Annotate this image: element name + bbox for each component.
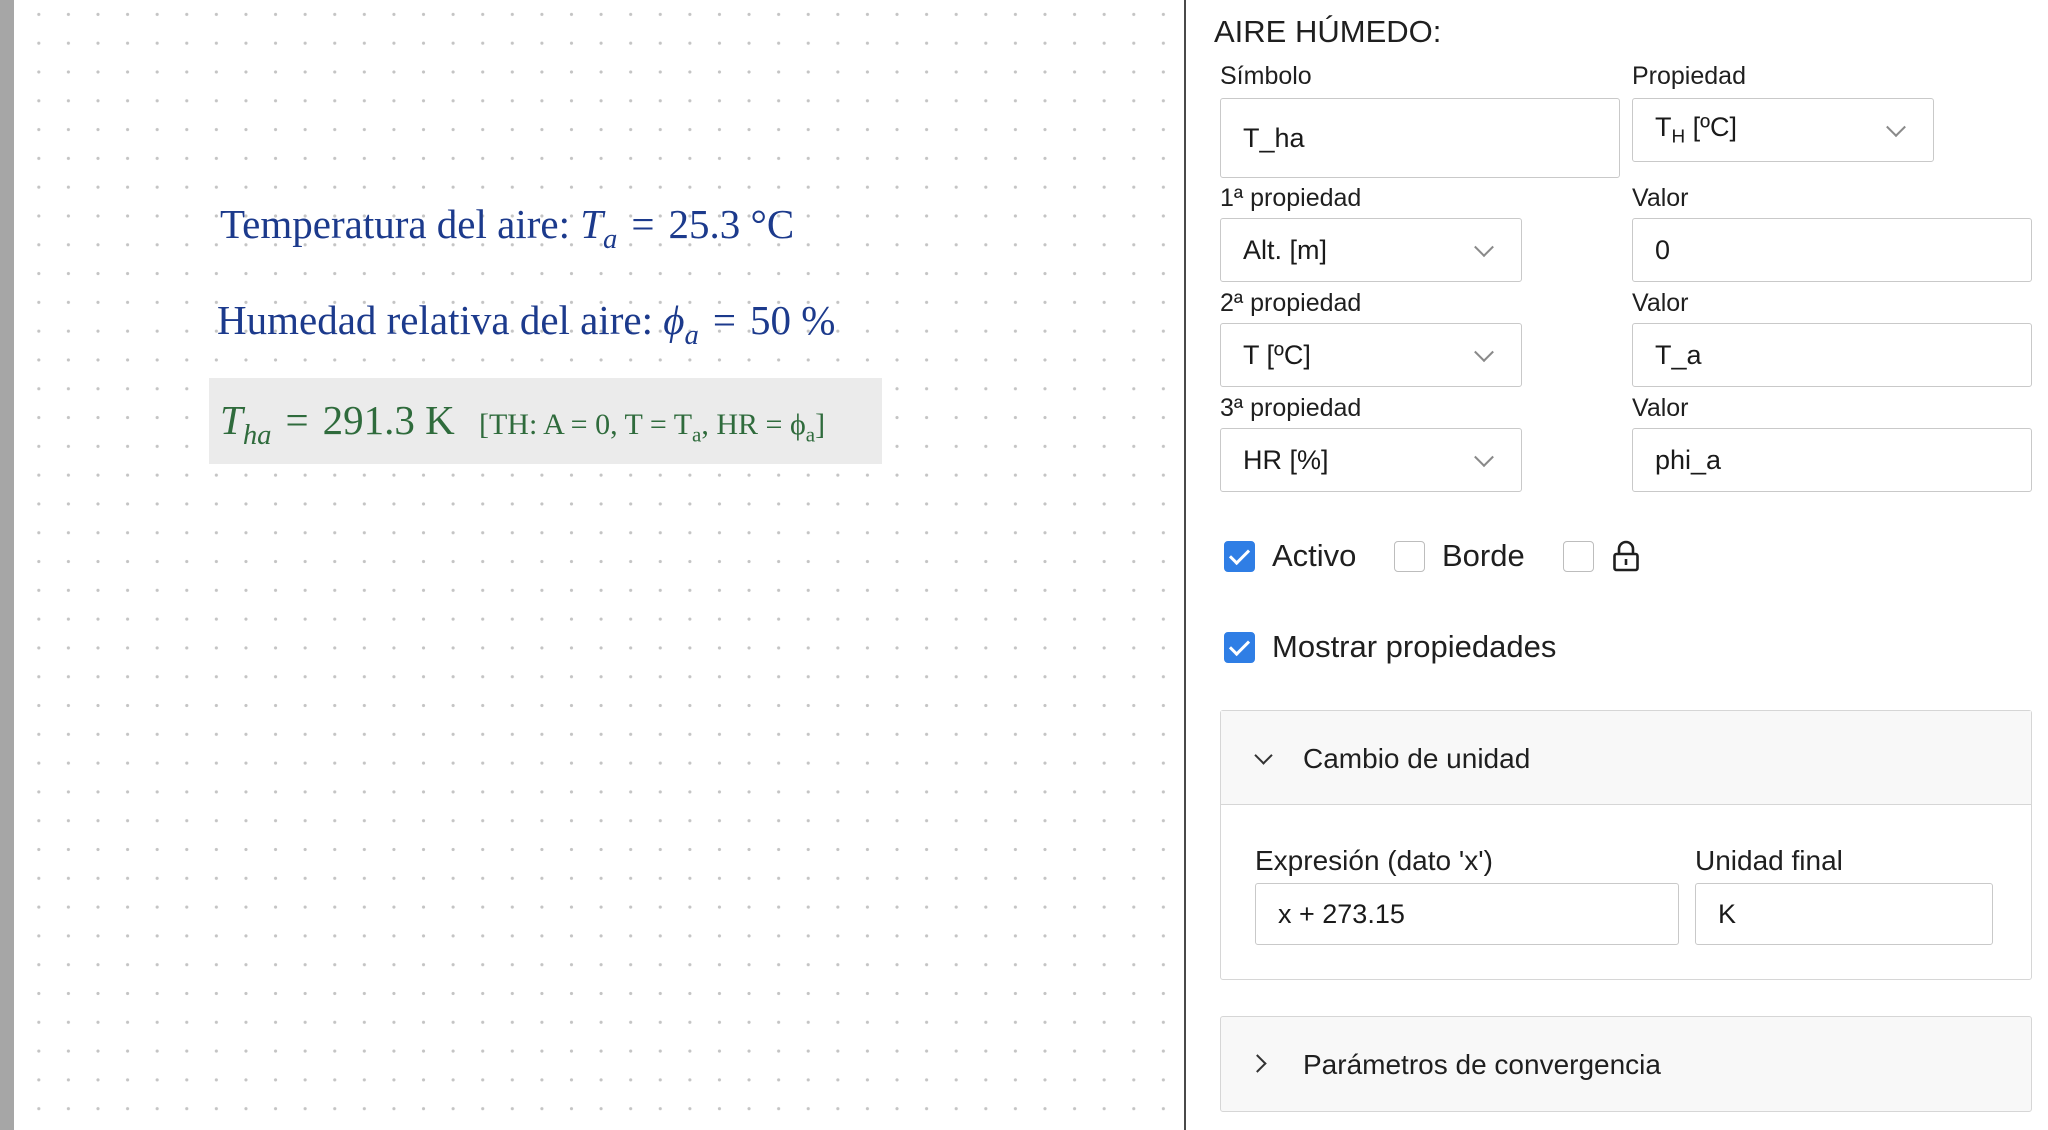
chevron-down-icon (1254, 746, 1273, 765)
symbol-input[interactable]: T_ha (1220, 98, 1620, 178)
result-statement[interactable]: Tha = 291.3 K [TH: A = 0, T = Ta, HR = ϕa] (220, 396, 826, 449)
temperature-subscript: a (603, 223, 618, 256)
result-subscript: ha (242, 419, 272, 452)
expression-label: Expresión (dato 'x') (1255, 845, 1493, 876)
chevron-down-icon (1474, 447, 1494, 468)
val2-label: Valor (1632, 289, 1689, 317)
convergence-title: Parámetros de convergencia (1303, 1049, 1661, 1080)
convergence-section[interactable]: Parámetros de convergencia (1220, 1016, 2032, 1112)
temperature-statement[interactable]: Temperatura del aire: Ta = 25.3 °C (220, 200, 795, 253)
lock-checkbox[interactable] (1563, 541, 1594, 572)
prop1-select[interactable]: Alt. [m] (1220, 218, 1522, 282)
mostrar-checkbox[interactable] (1224, 632, 1255, 663)
equals-sign: = (631, 201, 655, 247)
equals-sign: = (712, 297, 736, 343)
prop3-select[interactable]: HR [%] (1220, 428, 1522, 492)
panel-title: AIRE HÚMEDO: (1214, 14, 1442, 49)
final-unit-label: Unidad final (1695, 845, 1843, 876)
temperature-value: 25.3 °C (668, 201, 795, 247)
expression-input[interactable]: x + 273.15 (1255, 883, 1679, 945)
properties-panel: AIRE HÚMEDO: Símbolo T_ha Propiedad TH [… (1186, 0, 2048, 1130)
prop3-label: 3ª propiedad (1220, 394, 1362, 422)
prop2-value: T [ºC] (1243, 339, 1311, 370)
borde-checkbox[interactable] (1394, 541, 1425, 572)
chevron-down-icon (1474, 342, 1494, 363)
left-edge-bar (0, 0, 14, 1130)
borde-label[interactable]: Borde (1442, 538, 1525, 574)
chevron-down-icon (1474, 237, 1494, 258)
prop2-select[interactable]: T [ºC] (1220, 323, 1522, 387)
prop1-value: Alt. [m] (1243, 234, 1328, 265)
humidity-subscript: a (684, 319, 699, 352)
humidity-label: Humedad relativa del aire: (217, 297, 653, 343)
val3-input[interactable]: phi_a (1632, 428, 2032, 492)
val3-label: Valor (1632, 394, 1689, 422)
prop2-label: 2ª propiedad (1220, 289, 1362, 317)
property-label: Propiedad (1632, 62, 1746, 90)
activo-label[interactable]: Activo (1272, 538, 1356, 574)
symbol-label: Símbolo (1220, 62, 1312, 90)
humidity-symbol: ϕ (663, 297, 685, 343)
humidity-value: 50 % (749, 297, 836, 343)
unit-change-section: Cambio de unidad Expresión (dato 'x') x … (1220, 710, 2032, 980)
chevron-down-icon (1886, 117, 1906, 138)
lock-icon (1613, 540, 1639, 572)
val2-input[interactable]: T_a (1632, 323, 2032, 387)
val1-input[interactable]: 0 (1632, 218, 2032, 282)
result-note: [TH: A = 0, T = Ta, HR = ϕa] (478, 408, 826, 447)
final-unit-input[interactable]: K (1695, 883, 1993, 945)
prop1-label: 1ª propiedad (1220, 184, 1362, 212)
result-symbol: T (220, 397, 243, 443)
temperature-label: Temperatura del aire: (220, 201, 570, 247)
chevron-right-icon (1248, 1054, 1267, 1073)
property-value: TH [ºC] (1655, 111, 1738, 148)
unit-change-header[interactable]: Cambio de unidad (1221, 711, 2031, 805)
property-select[interactable]: TH [ºC] (1632, 98, 1934, 162)
mostrar-label[interactable]: Mostrar propiedades (1272, 629, 1556, 665)
activo-checkbox[interactable] (1224, 541, 1255, 572)
val1-label: Valor (1632, 184, 1689, 212)
worksheet-canvas[interactable] (14, 0, 1184, 1130)
humidity-statement[interactable]: Humedad relativa del aire: ϕa = 50 % (217, 296, 836, 349)
unit-change-title: Cambio de unidad (1303, 743, 1531, 774)
temperature-symbol: T (580, 201, 604, 247)
prop3-value: HR [%] (1243, 444, 1329, 475)
equals-sign: = (285, 397, 309, 443)
result-value: 291.3 K (322, 397, 455, 443)
